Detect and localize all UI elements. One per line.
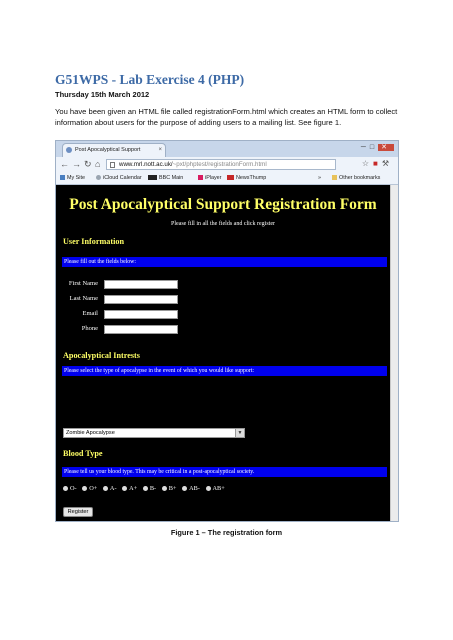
blood-type-radio[interactable]: AB- [182, 485, 200, 492]
radio-icon [205, 485, 211, 491]
browser-toolbar-icons: ☆■⚒ [362, 159, 393, 168]
document-date: Thursday 15th March 2012 [55, 90, 150, 99]
apocalyptical-interests-bar: Please select the type of apocalypse in … [62, 366, 387, 376]
reload-icon[interactable]: ↻ [84, 159, 92, 170]
bbc-icon [148, 174, 157, 180]
blood-type-radio[interactable]: B+ [161, 485, 176, 492]
extension-icon[interactable]: ■ [373, 159, 382, 168]
star-icon[interactable]: ☆ [362, 159, 373, 168]
apocalypse-type-value: Zombie Apocalypse [66, 430, 115, 436]
bookmarks-bar: My Site iCloud Calendar BBC Main iPlayer… [56, 173, 398, 185]
folder-icon [332, 174, 337, 180]
bookmark-item[interactable]: iPlayer [198, 173, 221, 184]
document-intro: You have been given an HTML file called … [55, 107, 398, 127]
browser-tab[interactable]: Post Apocalyptical Support × [62, 143, 166, 157]
blood-type-radio[interactable]: O- [63, 485, 77, 492]
iplayer-icon [198, 174, 203, 180]
first-name-field[interactable] [104, 280, 178, 289]
tab-title: Post Apocalyptical Support [75, 147, 141, 153]
wrench-icon[interactable]: ⚒ [382, 159, 393, 168]
blood-type-options: O- O+ A- A+ B- B+ AB- AB+ [63, 485, 229, 492]
user-information-heading: User Information [63, 237, 125, 246]
newsthump-icon [227, 174, 234, 180]
figure-caption: Figure 1 – The registration form [170, 528, 283, 537]
blood-type-radio[interactable]: A- [102, 485, 117, 492]
cloud-icon [96, 174, 101, 180]
phone-label: Phone [81, 325, 98, 332]
form-subtitle: Please fill in all the fields and click … [171, 221, 275, 227]
blood-type-bar: Please tell us your blood type. This may… [62, 467, 387, 477]
page-content: Post Apocalyptical Support Registration … [56, 185, 390, 521]
register-button[interactable]: Register [63, 507, 93, 517]
apocalypse-type-select[interactable]: Zombie Apocalypse ▼ [63, 428, 245, 438]
minimize-icon[interactable]: ─ [361, 144, 370, 151]
document-title: G51WPS - Lab Exercise 4 (PHP) [55, 72, 245, 87]
first-name-label: First Name [68, 280, 98, 287]
bookmark-item[interactable]: iCloud Calendar [96, 173, 142, 184]
blood-type-radio[interactable]: B- [142, 485, 156, 492]
email-label: Email [82, 310, 98, 317]
window-controls: ─□ ✕ [361, 143, 394, 151]
back-arrow-icon[interactable]: ← [60, 159, 69, 170]
radio-icon [122, 485, 128, 491]
phone-field[interactable] [104, 325, 178, 334]
page-icon [110, 162, 115, 168]
forward-arrow-icon[interactable]: → [72, 159, 81, 170]
navigation-bar: ← → ↻ ⌂ www.mrl.nott.ac.uk/~pxt/phptest/… [56, 157, 398, 173]
chevron-down-icon: ▼ [235, 429, 244, 437]
last-name-label: Last Name [69, 295, 98, 302]
tab-bar: Post Apocalyptical Support × ─□ ✕ [56, 141, 398, 157]
address-bar[interactable]: www.mrl.nott.ac.uk/~pxt/phptest/registra… [106, 159, 336, 170]
maximize-icon[interactable]: □ [370, 144, 378, 151]
bookmark-item[interactable]: BBC Main [148, 173, 183, 184]
other-bookmarks[interactable]: Other bookmarks [332, 173, 380, 184]
tab-close-icon[interactable]: × [158, 144, 162, 157]
browser-screenshot: Post Apocalyptical Support × ─□ ✕ ← → ↻ ⌂… [55, 140, 399, 522]
radio-icon [63, 485, 68, 491]
radio-icon [102, 485, 108, 491]
url-host: www.mrl.nott.ac.uk/ [119, 161, 173, 168]
window-close-icon[interactable]: ✕ [378, 144, 394, 151]
blood-type-heading: Blood Type [63, 449, 103, 458]
form-title: Post Apocalyptical Support Registration … [69, 196, 377, 213]
bookmark-item[interactable]: NewsThump [227, 173, 266, 184]
blood-type-radio[interactable]: AB+ [205, 485, 225, 492]
radio-icon [82, 485, 88, 491]
blood-type-radio[interactable]: A+ [122, 485, 137, 492]
email-field[interactable] [104, 310, 178, 319]
blood-type-radio[interactable]: O+ [82, 485, 97, 492]
page-favicon-icon [66, 147, 72, 153]
apocalyptical-interests-heading: Apocalyptical Intrests [63, 351, 140, 360]
bookmark-icon [60, 174, 65, 180]
scrollbar[interactable] [390, 185, 398, 521]
user-information-bar: Please fill out the fields below: [62, 257, 387, 267]
url-path: ~pxt/phptest/registrationForm.html [172, 161, 267, 168]
home-icon[interactable]: ⌂ [95, 159, 100, 170]
radio-icon [161, 485, 167, 491]
last-name-field[interactable] [104, 295, 178, 304]
bookmarks-overflow-icon[interactable]: » [318, 173, 321, 184]
radio-icon [142, 485, 148, 491]
radio-icon [182, 485, 188, 491]
bookmark-item[interactable]: My Site [60, 173, 85, 184]
